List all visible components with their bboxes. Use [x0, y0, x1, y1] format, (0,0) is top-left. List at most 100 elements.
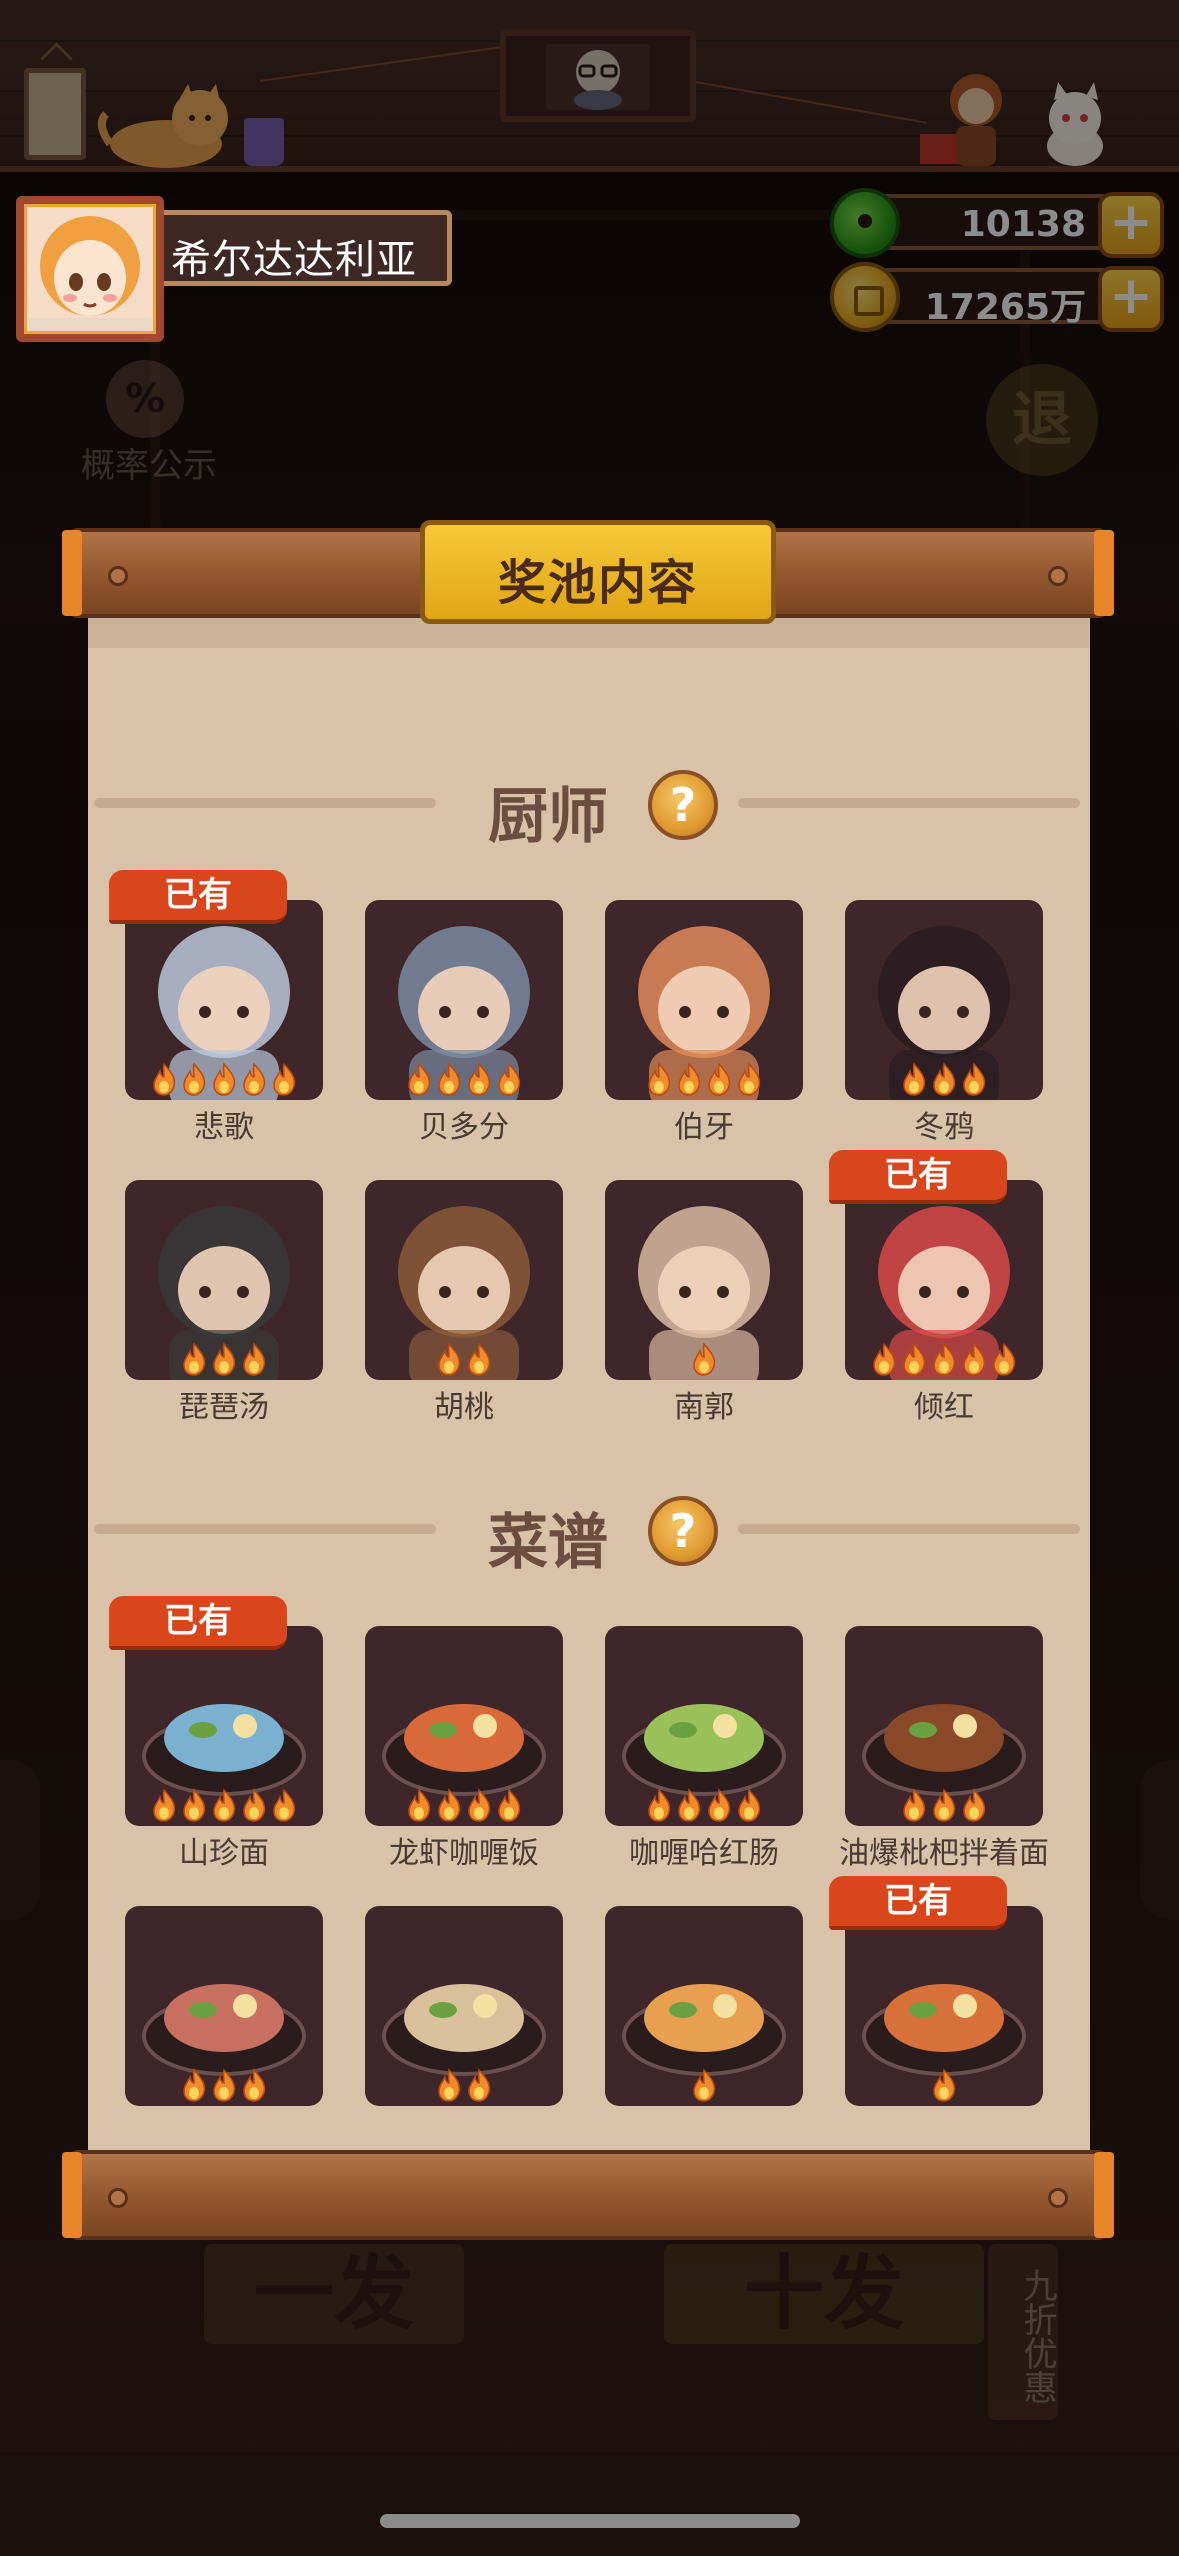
flame-icon: [438, 1342, 461, 1376]
flame-icon: [468, 1062, 491, 1096]
chef-card[interactable]: 胡桃: [365, 1180, 563, 1425]
flame-icon: [708, 1062, 731, 1096]
rarity-flames: [125, 1062, 323, 1096]
recipe-card[interactable]: [605, 1906, 803, 2106]
chef-card[interactable]: 琵琶汤: [125, 1180, 323, 1425]
recipe-card[interactable]: [125, 1906, 323, 2106]
recipe-card[interactable]: 山珍面 已有: [109, 1596, 323, 1871]
flame-icon: [963, 1342, 986, 1376]
flame-icon: [963, 1062, 986, 1096]
rarity-flames: [365, 2068, 563, 2102]
card-name: 冬鸦: [914, 1110, 974, 1145]
rarity-flames: [125, 1788, 323, 1822]
flame-icon: [213, 2068, 236, 2102]
prize-pool-panel[interactable]: 厨师? 悲歌 已有 贝多分 伯牙 冬鸦 琵琶汤 胡桃 南郭 倾红 已有 菜谱? 山珍面 已有 龙虾咖喱饭 咖喱…: [88, 618, 1090, 2154]
help-question-icon[interactable]: ?: [648, 1496, 718, 1566]
section-title: 菜谱: [488, 1508, 608, 1578]
flame-icon: [438, 1062, 461, 1096]
owned-badge: 已有: [829, 1150, 1007, 1204]
avatar-girl-icon: [24, 204, 156, 334]
flame-icon: [693, 1342, 716, 1376]
rarity-flames: [605, 1788, 803, 1822]
player-avatar[interactable]: [16, 196, 164, 342]
flame-icon: [468, 1788, 491, 1822]
flame-icon: [678, 1062, 701, 1096]
owned-badge: 已有: [829, 1876, 1007, 1930]
chef-card[interactable]: 悲歌 已有: [109, 870, 323, 1145]
chef-card[interactable]: 伯牙: [605, 900, 803, 1145]
rarity-flames: [365, 1062, 563, 1096]
rarity-flames: [845, 2068, 1043, 2102]
flame-icon: [963, 1788, 986, 1822]
player-name-plate: 希尔达达利亚: [150, 210, 452, 286]
flame-icon: [678, 1788, 701, 1822]
owned-badge: 已有: [109, 870, 287, 924]
card-name: 油爆枇杷拌着面: [839, 1836, 1049, 1871]
flame-icon: [183, 1062, 206, 1096]
rarity-flames: [365, 1788, 563, 1822]
flame-icon: [213, 1342, 236, 1376]
card-name: 琵琶汤: [179, 1390, 269, 1425]
card-name: 胡桃: [434, 1390, 494, 1425]
rarity-flames: [845, 1788, 1043, 1822]
player-name: 希尔达达利亚: [171, 237, 417, 283]
flame-icon: [273, 1788, 296, 1822]
flame-icon: [408, 1062, 431, 1096]
help-question-icon[interactable]: ?: [648, 770, 718, 840]
flame-icon: [273, 1062, 296, 1096]
recipe-card[interactable]: [365, 1906, 563, 2106]
flame-icon: [903, 1342, 926, 1376]
rarity-flames: [125, 2068, 323, 2102]
flame-icon: [708, 1788, 731, 1822]
recipe-section-header: 菜谱?: [88, 1484, 1090, 1578]
section-title: 厨师: [488, 782, 608, 852]
flame-icon: [738, 1062, 761, 1096]
card-name: 倾红: [914, 1390, 974, 1425]
rarity-flames: [125, 1342, 323, 1376]
flame-icon: [648, 1062, 671, 1096]
chef-card[interactable]: 倾红 已有: [829, 1150, 1043, 1425]
card-name: 咖喱哈红肠: [629, 1836, 779, 1871]
card-name: 贝多分: [419, 1110, 509, 1145]
flame-icon: [933, 1342, 956, 1376]
flame-icon: [243, 2068, 266, 2102]
rarity-flames: [365, 1342, 563, 1376]
flame-icon: [243, 1342, 266, 1376]
flame-icon: [468, 2068, 491, 2102]
rarity-flames: [605, 1342, 803, 1376]
chef-card[interactable]: 南郭: [605, 1180, 803, 1425]
rarity-flames: [845, 1342, 1043, 1376]
flame-icon: [873, 1342, 896, 1376]
flame-icon: [213, 1788, 236, 1822]
rarity-flames: [605, 2068, 803, 2102]
flame-icon: [738, 1788, 761, 1822]
flame-icon: [153, 1062, 176, 1096]
recipe-card[interactable]: 已有: [829, 1876, 1043, 2106]
flame-icon: [903, 1062, 926, 1096]
flame-icon: [438, 1788, 461, 1822]
card-name: 南郭: [674, 1390, 734, 1425]
flame-icon: [903, 1788, 926, 1822]
chef-card[interactable]: 冬鸦: [845, 900, 1043, 1145]
recipe-card[interactable]: 油爆枇杷拌着面: [839, 1626, 1049, 1871]
flame-icon: [243, 1788, 266, 1822]
flame-icon: [693, 2068, 716, 2102]
card-name: 龙虾咖喱饭: [389, 1836, 539, 1871]
modal-title-plate: 奖池内容: [420, 520, 776, 624]
flame-icon: [468, 1342, 491, 1376]
flame-icon: [933, 2068, 956, 2102]
card-name: 山珍面: [179, 1836, 269, 1871]
flame-icon: [183, 1788, 206, 1822]
recipe-card[interactable]: 龙虾咖喱饭: [365, 1626, 563, 1871]
card-name: 伯牙: [674, 1110, 734, 1145]
flame-icon: [153, 1788, 176, 1822]
flame-icon: [498, 1062, 521, 1096]
rarity-flames: [845, 1062, 1043, 1096]
chef-card[interactable]: 贝多分: [365, 900, 563, 1145]
flame-icon: [438, 2068, 461, 2102]
recipe-card[interactable]: 咖喱哈红肠: [605, 1626, 803, 1871]
modal-title: 奖池内容: [497, 555, 698, 611]
card-name: 悲歌: [194, 1110, 254, 1145]
scroll-rod-bottom: [62, 2150, 1114, 2240]
flame-icon: [933, 1062, 956, 1096]
